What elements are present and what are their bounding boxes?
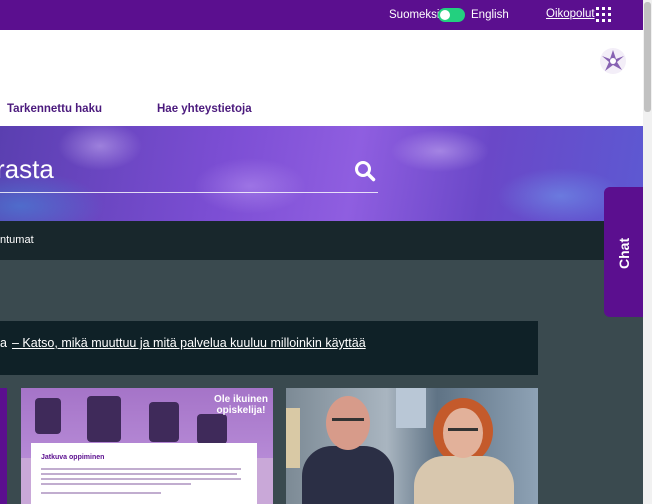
language-english-label[interactable]: English bbox=[471, 9, 509, 21]
news-card-continuous-learning[interactable]: Ole ikuinen opiskelija! Jatkuva oppimine… bbox=[21, 388, 273, 504]
breadcrumb-text[interactable]: ntumat bbox=[0, 234, 34, 246]
news-card-photo[interactable] bbox=[286, 388, 538, 504]
search-input[interactable]: rasta bbox=[0, 154, 54, 185]
search-icon[interactable] bbox=[354, 160, 376, 182]
search-hero: rasta bbox=[0, 126, 643, 221]
nav-advanced-search[interactable]: Tarkennettu haku bbox=[7, 103, 102, 115]
notice-banner: a – Katso, mikä muuttuu ja mitä palvelua… bbox=[0, 321, 538, 375]
glasses-graphic bbox=[332, 418, 364, 421]
person-graphic bbox=[443, 408, 483, 458]
chat-label: Chat bbox=[616, 237, 632, 269]
page-scrollbar[interactable] bbox=[643, 0, 652, 504]
top-bar: Suomeksi English Oikopolut bbox=[0, 0, 643, 30]
card-edge[interactable] bbox=[0, 388, 7, 504]
card-headline: Ole ikuinen opiskelija! bbox=[214, 394, 268, 416]
figure-graphic bbox=[35, 398, 61, 434]
text-line bbox=[41, 468, 241, 470]
scrollbar-thumb[interactable] bbox=[644, 2, 651, 112]
search-underline bbox=[0, 192, 378, 193]
text-line bbox=[41, 483, 191, 485]
text-line bbox=[41, 492, 161, 494]
background-shelf bbox=[286, 408, 300, 468]
figure-graphic bbox=[87, 396, 121, 442]
figure-graphic bbox=[149, 402, 179, 442]
notice-prefix: a bbox=[0, 336, 7, 350]
toggle-knob bbox=[440, 10, 450, 20]
nav-contact-search[interactable]: Hae yhteystietoja bbox=[157, 103, 252, 115]
chat-button[interactable]: Chat bbox=[604, 187, 643, 317]
person-graphic bbox=[326, 396, 370, 450]
shortcuts-link[interactable]: Oikopolut bbox=[546, 8, 595, 20]
glasses-graphic bbox=[448, 428, 478, 431]
university-logo-icon[interactable] bbox=[599, 47, 627, 75]
card-document-title: Jatkuva oppiminen bbox=[41, 454, 105, 461]
text-line bbox=[41, 478, 241, 480]
apps-grid-icon[interactable] bbox=[596, 7, 611, 22]
text-line bbox=[41, 473, 237, 475]
language-finnish-label[interactable]: Suomeksi bbox=[389, 9, 440, 21]
person-graphic bbox=[302, 446, 394, 504]
language-toggle[interactable] bbox=[438, 8, 465, 22]
figure-graphic bbox=[197, 414, 227, 444]
person-graphic bbox=[414, 456, 514, 504]
breadcrumb-bar: ntumat bbox=[0, 221, 643, 260]
background-board bbox=[396, 388, 426, 428]
site-header: Tarkennettu haku Hae yhteystietoja bbox=[0, 30, 643, 126]
notice-link[interactable]: – Katso, mikä muuttuu ja mitä palvelua k… bbox=[12, 336, 366, 350]
